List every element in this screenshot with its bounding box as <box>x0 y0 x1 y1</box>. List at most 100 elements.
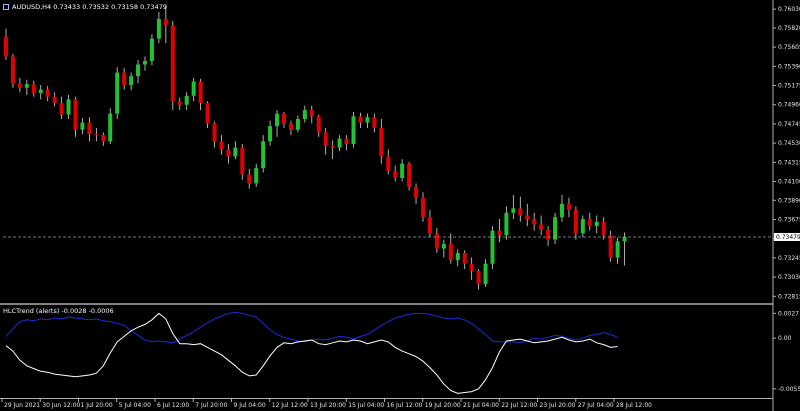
bear-candle <box>469 263 474 271</box>
bear-candle <box>45 89 50 97</box>
bull-candle <box>504 212 509 236</box>
bear-candle <box>4 36 8 57</box>
bear-candle <box>17 83 22 88</box>
bear-candle <box>323 132 328 146</box>
time-tick-label: 30 Jun 12:00 <box>42 402 80 409</box>
bear-candle <box>330 145 335 148</box>
bear-candle <box>573 210 578 234</box>
price-tick-label: 0.73890 <box>778 197 800 204</box>
bull-candle <box>261 141 266 169</box>
bear-candle <box>393 170 398 178</box>
bear-candle <box>358 116 363 123</box>
bear-candle <box>240 147 245 175</box>
price-tick-label: 0.72815 <box>778 293 800 300</box>
time-tick-label: 1 Jul 20:00 <box>81 402 113 409</box>
bear-candle <box>282 113 286 124</box>
bull-candle <box>455 252 460 261</box>
price-tick-label: 0.75390 <box>778 63 800 70</box>
time-tick-label: 16 Jul 12:00 <box>387 402 423 409</box>
bear-candle <box>386 156 391 171</box>
indicator-header: HLCTrend (alerts) -0.0028 -0.0006 <box>3 307 114 315</box>
time-tick-label: 27 Jul 04:00 <box>578 402 614 409</box>
bear-candle <box>448 244 453 261</box>
indicator-tick-label: 0.0027 <box>778 310 799 317</box>
symbol-ohlc-label: AUDUSD,H4 0.73433 0.73532 0.73158 0.7347… <box>12 3 167 11</box>
bull-candle <box>594 221 599 227</box>
bear-candle <box>170 25 175 102</box>
price-tick-label: 0.74745 <box>778 121 800 128</box>
bear-candle <box>414 186 419 198</box>
bear-candle <box>427 217 432 234</box>
price-tick-label: 0.76030 <box>778 6 800 13</box>
bear-candle <box>587 219 592 227</box>
bear-candle <box>379 127 384 157</box>
bear-candle <box>288 123 293 130</box>
bull-candle <box>351 116 356 145</box>
bear-candle <box>421 197 425 218</box>
bull-candle <box>156 18 161 39</box>
bull-candle <box>24 84 29 88</box>
bear-candle <box>462 252 467 264</box>
bear-candle <box>497 230 502 236</box>
time-tick-label: 7 Jul 20:00 <box>195 402 227 409</box>
bull-candle <box>580 219 585 234</box>
bear-candle <box>122 72 127 86</box>
bull-candle <box>38 89 43 94</box>
chart-background <box>0 0 800 411</box>
time-tick-label: 29 Jun 2021 <box>4 402 40 409</box>
indicator-title-label: HLCTrend (alerts) -0.0028 -0.0006 <box>3 307 114 315</box>
bull-candle <box>275 113 280 127</box>
bull-candle <box>143 60 147 65</box>
bear-candle <box>372 117 377 128</box>
time-tick-label: 28 Jul 12:00 <box>616 402 652 409</box>
mt4-chart-window[interactable]: 0.76030 0.75820 0.75605 0.75390 0.75175 0.749… <box>0 0 800 411</box>
current-price-label: 0.73479 <box>776 234 800 241</box>
bull-candle <box>233 147 238 157</box>
price-tick-label: 0.73030 <box>778 274 800 281</box>
bull-candle <box>191 81 196 96</box>
bull-candle <box>80 122 85 130</box>
bear-candle <box>31 84 36 94</box>
time-tick-label: 22 Jul 12:00 <box>501 402 537 409</box>
bull-candle <box>615 241 620 258</box>
chart-window-icon <box>3 4 9 10</box>
price-tick-label: 0.75605 <box>778 44 800 51</box>
bear-candle <box>212 123 217 142</box>
bear-candle <box>10 56 15 84</box>
price-tick-label: 0.73675 <box>778 216 800 223</box>
bull-candle <box>622 236 627 242</box>
bear-candle <box>434 233 439 249</box>
bear-candle <box>566 203 571 211</box>
bear-candle <box>52 96 57 103</box>
bull-candle <box>254 168 259 184</box>
bull-candle <box>490 230 495 264</box>
bull-candle <box>560 203 564 218</box>
time-tick-label: 12 Jul 12:00 <box>272 402 308 409</box>
bull-candle <box>337 138 342 148</box>
price-tick-label: 0.74960 <box>778 102 800 109</box>
bear-candle <box>226 149 231 157</box>
time-tick-label: 23 Jul 20:00 <box>540 402 576 409</box>
bear-candle <box>608 235 613 258</box>
bear-candle <box>344 138 349 145</box>
bull-candle <box>302 110 307 120</box>
bear-candle <box>219 141 224 150</box>
bull-candle <box>108 113 113 142</box>
bear-candle <box>87 122 92 135</box>
bull-candle <box>149 38 154 61</box>
bull-candle <box>115 72 120 114</box>
price-chart-svg[interactable]: 0.76030 0.75820 0.75605 0.75390 0.75175 0.749… <box>0 0 800 411</box>
bull-candle <box>365 117 370 123</box>
indicator-tick-label: -0.0055 <box>778 386 800 393</box>
bear-candle <box>539 224 544 230</box>
price-tick-label: 0.74315 <box>778 159 800 166</box>
price-tick-label: 0.73245 <box>778 255 800 262</box>
time-tick-label: 13 Jul 20:00 <box>310 402 346 409</box>
bear-candle <box>247 174 252 184</box>
bear-candle <box>59 102 64 115</box>
bear-candle <box>601 221 606 236</box>
bear-candle <box>205 102 210 124</box>
main-chart-header: AUDUSD,H4 0.73433 0.73532 0.73158 0.7347… <box>3 3 167 11</box>
bear-candle <box>177 101 182 105</box>
bull-candle <box>295 119 300 130</box>
